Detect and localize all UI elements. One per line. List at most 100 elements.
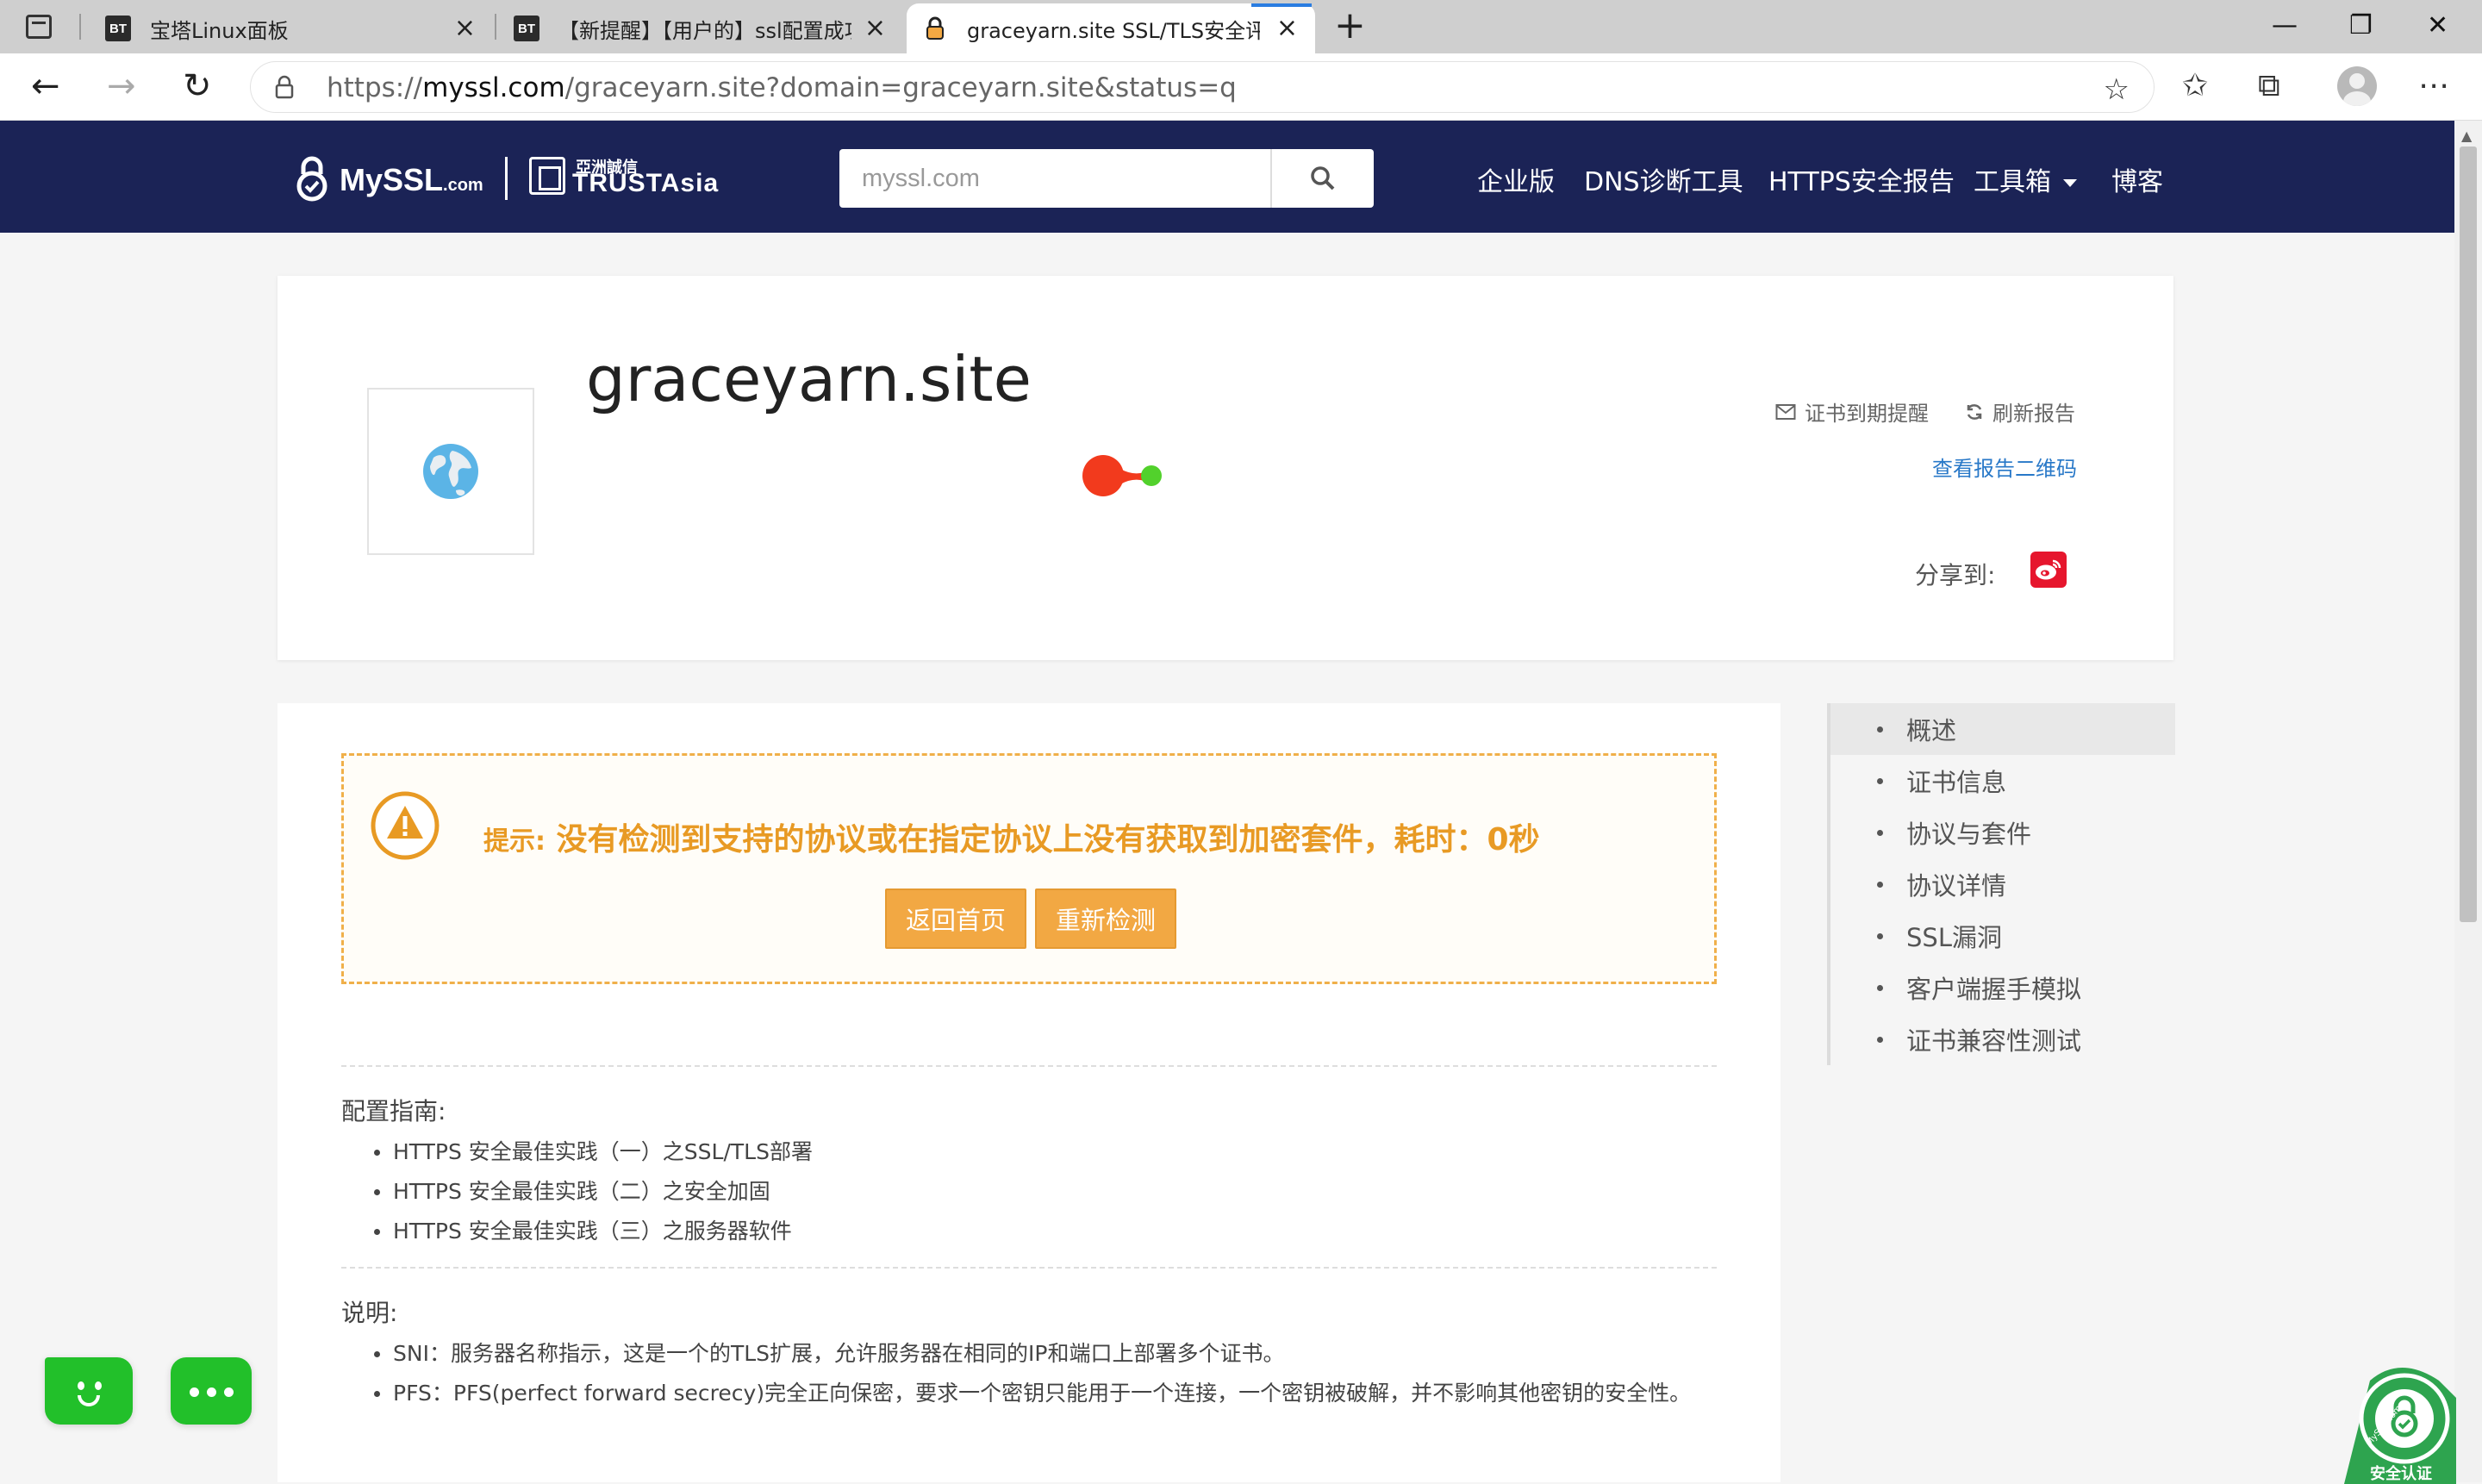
- close-icon[interactable]: ×: [864, 16, 886, 41]
- tab-title: 【新提醒】【用户的】ssl配置成功: [558, 18, 851, 43]
- tab-ssl-config[interactable]: BT 【新提醒】【用户的】ssl配置成功 ×: [498, 3, 903, 53]
- toc-item-handshake-simulation[interactable]: 客户端握手模拟: [1830, 962, 2175, 1013]
- bt-favicon-icon: BT: [105, 16, 131, 41]
- section-divider: [341, 1267, 1717, 1269]
- page-scrollbar[interactable]: ▲: [2454, 121, 2482, 1482]
- chat-bot-button[interactable]: [45, 1357, 133, 1425]
- refresh-report-link[interactable]: 刷新报告: [1965, 396, 2075, 427]
- chat-face-icon: [78, 1381, 84, 1390]
- page-viewport: MySSL.com 亞洲誠信 TRUSTAsia 企业版 DNS诊断工具 HTT…: [0, 121, 2454, 1482]
- address-toolbar: ← → ↻ https://myssl.com/graceyarn.site?d…: [0, 53, 2482, 121]
- tab-separator: [79, 14, 81, 40]
- nav-toolbox[interactable]: 工具箱: [1974, 160, 2077, 198]
- minimize-icon[interactable]: —: [2272, 9, 2298, 43]
- expiry-reminder-link[interactable]: 证书到期提醒: [1775, 396, 1929, 427]
- chat-face-icon: [78, 1395, 100, 1406]
- toc-item-ssl-vulnerabilities[interactable]: SSL漏洞: [1830, 910, 2175, 962]
- explain-title: 说明:: [341, 1299, 398, 1327]
- security-seal-label: 安全认证: [2370, 1465, 2432, 1483]
- more-dots-icon: [190, 1387, 199, 1397]
- bt-favicon-icon: BT: [514, 16, 539, 41]
- favorites-icon[interactable]: ✩: [2182, 67, 2208, 105]
- myssl-logo-text[interactable]: MySSL.com: [340, 162, 483, 198]
- lock-icon[interactable]: [273, 74, 296, 100]
- tab-separator: [495, 14, 496, 40]
- forward-arrow-icon[interactable]: →: [107, 65, 136, 107]
- new-tab-button[interactable]: +: [1334, 7, 1366, 45]
- guide-list: HTTPS 安全最佳实践（一）之SSL/TLS部署 HTTPS 安全最佳实践（二…: [341, 1132, 813, 1251]
- guide-link-hardening[interactable]: HTTPS 安全最佳实践（二）之安全加固: [341, 1172, 813, 1212]
- explain-list: SNI：服务器名称指示，这是一个的TLS扩展，允许服务器在相同的IP和端口上部署…: [341, 1334, 1691, 1413]
- nav-enterprise[interactable]: 企业版: [1477, 160, 1555, 198]
- tab-loading-indicator: [1251, 3, 1312, 7]
- mail-icon: [1775, 403, 1796, 420]
- profile-avatar[interactable]: [2337, 66, 2377, 106]
- explain-item-pfs: PFS：PFS(perfect forward secrecy)完全正向保密，要…: [341, 1374, 1691, 1413]
- url-text: https://myssl.com/graceyarn.site?domain=…: [327, 72, 1237, 103]
- back-home-button[interactable]: 返回首页: [885, 889, 1026, 949]
- share-label: 分享到:: [1915, 561, 1996, 589]
- close-icon[interactable]: ×: [1276, 16, 1298, 41]
- section-divider: [341, 1065, 1717, 1067]
- nav-dns-tool[interactable]: DNS诊断工具: [1584, 160, 1743, 198]
- lock-favicon-icon: [926, 16, 944, 40]
- collections-icon[interactable]: ⧉: [2258, 67, 2280, 105]
- browser-tab-bar: BT 宝塔Linux面板 × BT 【新提醒】【用户的】ssl配置成功 × gr…: [0, 0, 2482, 53]
- caret-down-icon: [2063, 179, 2077, 187]
- trustasia-mark-icon: [529, 157, 565, 195]
- search-button[interactable]: [1272, 149, 1374, 208]
- search-input[interactable]: [839, 149, 1270, 208]
- domain-title: graceyarn.site: [586, 343, 1032, 415]
- tab-actions-icon[interactable]: [26, 15, 52, 39]
- notice-box: 提示: 没有检测到支持的协议或在指定协议上没有获取到加密套件，耗时：0秒 返回首…: [341, 753, 1717, 984]
- weibo-icon: [2036, 559, 2061, 580]
- more-menu-icon[interactable]: ⋯: [2418, 67, 2449, 105]
- back-arrow-icon[interactable]: ←: [31, 65, 60, 107]
- domain-panel: graceyarn.site 证书到期提醒 刷新报告 查看报告二维码 分享到:: [278, 276, 2173, 660]
- site-search: [839, 149, 1374, 208]
- toc-item-overview[interactable]: 概述: [1830, 703, 2175, 755]
- scroll-up-arrow-icon[interactable]: ▲: [2461, 128, 2472, 144]
- tab-baota-panel[interactable]: BT 宝塔Linux面板 ×: [90, 3, 493, 53]
- notice-message: 提示: 没有检测到支持的协议或在指定协议上没有获取到加密套件，耗时：0秒: [483, 822, 1540, 857]
- chat-face-icon: [95, 1381, 102, 1390]
- site-header: MySSL.com 亞洲誠信 TRUSTAsia 企业版 DNS诊断工具 HTT…: [0, 121, 2454, 233]
- toc-item-protocol-details[interactable]: 协议详情: [1830, 858, 2175, 910]
- scrollbar-thumb[interactable]: [2460, 147, 2477, 922]
- guide-link-ssl-tls[interactable]: HTTPS 安全最佳实践（一）之SSL/TLS部署: [341, 1132, 813, 1172]
- chat-more-button[interactable]: [171, 1357, 252, 1425]
- restore-icon[interactable]: ❐: [2349, 9, 2373, 43]
- toc-item-certificate[interactable]: 证书信息: [1830, 755, 2175, 807]
- tab-myssl-report[interactable]: graceyarn.site SSL/TLS安全评估报 ×: [907, 3, 1315, 53]
- guide-title: 配置指南:: [341, 1097, 446, 1125]
- site-favicon-box: [367, 388, 534, 555]
- guide-link-server-software[interactable]: HTTPS 安全最佳实践（三）之服务器软件: [341, 1212, 813, 1251]
- logo-divider: [505, 157, 508, 200]
- globe-icon: [423, 444, 478, 499]
- myssl-lock-logo-icon[interactable]: [293, 153, 331, 202]
- nav-blog[interactable]: 博客: [2111, 160, 2163, 198]
- view-qr-code-link[interactable]: 查看报告二维码: [1932, 452, 2077, 482]
- explain-item-sni: SNI：服务器名称指示，这是一个的TLS扩展，允许服务器在相同的IP和端口上部署…: [341, 1334, 1691, 1374]
- more-dots-icon: [207, 1387, 216, 1397]
- trustasia-logo-text: TRUSTAsia: [572, 169, 720, 197]
- warning-icon: [371, 791, 440, 860]
- url-field[interactable]: https://myssl.com/graceyarn.site?domain=…: [250, 61, 2155, 113]
- reload-icon[interactable]: ↻: [183, 65, 212, 107]
- report-main-panel: 提示: 没有检测到支持的协议或在指定协议上没有获取到加密套件，耗时：0秒 返回首…: [278, 703, 1780, 1482]
- close-icon[interactable]: ×: [454, 16, 476, 41]
- report-toc: 概述 证书信息 协议与套件 协议详情 SSL漏洞 客户端握手模拟 证书兼容性测试: [1827, 703, 2175, 1065]
- tab-title: graceyarn.site SSL/TLS安全评估报: [967, 18, 1260, 43]
- add-favorite-icon[interactable]: ☆: [2104, 72, 2130, 107]
- close-window-icon[interactable]: ✕: [2427, 9, 2448, 43]
- more-dots-icon: [224, 1387, 234, 1397]
- toc-item-protocols-suites[interactable]: 协议与套件: [1830, 807, 2175, 858]
- nav-https-report[interactable]: HTTPS安全报告: [1768, 160, 1955, 198]
- toc-item-compatibility[interactable]: 证书兼容性测试: [1830, 1013, 2175, 1065]
- weibo-share-button[interactable]: [2030, 552, 2067, 588]
- tab-title: 宝塔Linux面板: [150, 18, 289, 43]
- loading-spinner-icon: [1082, 455, 1162, 496]
- recheck-button[interactable]: 重新检测: [1035, 889, 1176, 949]
- search-icon: [1311, 166, 1335, 190]
- refresh-icon: [1967, 403, 1982, 420]
